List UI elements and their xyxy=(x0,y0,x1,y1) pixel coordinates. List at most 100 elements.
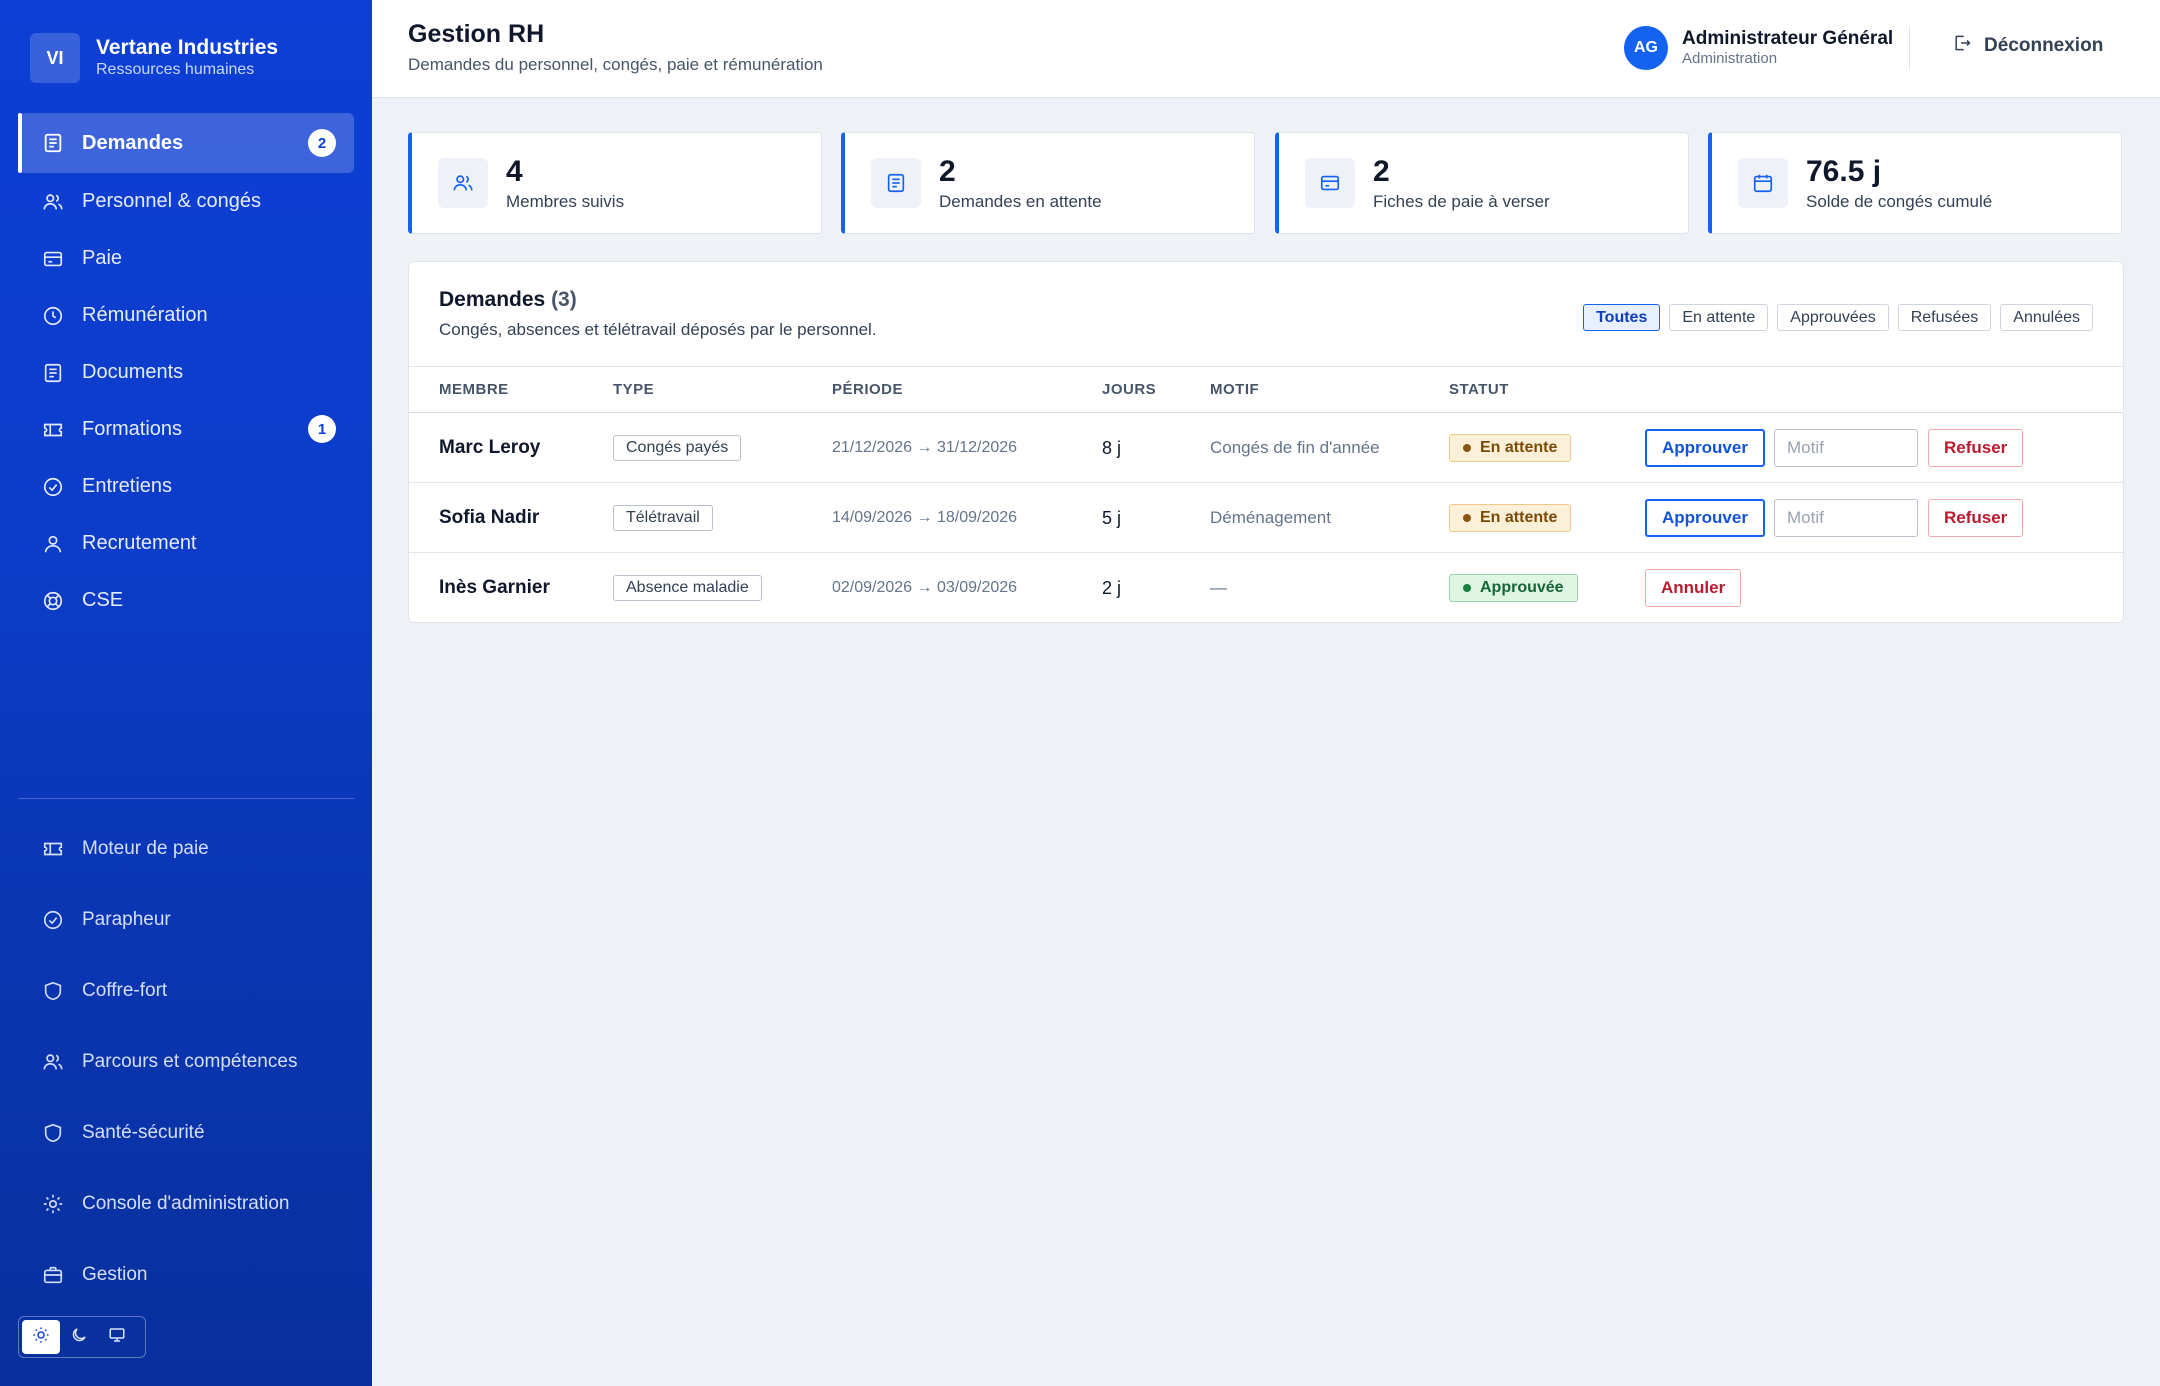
ticket-icon xyxy=(42,838,64,860)
user-icon xyxy=(42,533,64,555)
sidebar-item-remuneration[interactable]: Rémunération xyxy=(18,287,354,344)
days: 5 j xyxy=(1102,507,1122,528)
brand-logo: VI xyxy=(30,33,80,83)
status-badge: Approuvée xyxy=(1449,574,1578,602)
sidebar-divider xyxy=(18,798,354,799)
filter-approuvees[interactable]: Approuvées xyxy=(1777,304,1889,331)
avatar: AG xyxy=(1624,26,1668,70)
column-header: JOURS xyxy=(1102,381,1157,398)
users-icon xyxy=(438,158,488,208)
sidebar-item-label: Parcours et compétences xyxy=(82,1050,298,1072)
panel-title-text: Demandes xyxy=(439,288,546,311)
sidebar-item-label: Entretiens xyxy=(82,475,173,497)
sidebar-item-label: Personnel & congés xyxy=(82,190,262,212)
sidebar-item-documents[interactable]: Documents xyxy=(18,344,354,401)
system-theme-button[interactable] xyxy=(98,1320,136,1354)
sidebar-item-personnel[interactable]: Personnel & congés xyxy=(18,173,354,230)
motif: Congés de fin d'année xyxy=(1210,438,1380,457)
sidebar-item-cse[interactable]: CSE xyxy=(18,572,354,629)
users-icon xyxy=(42,1051,64,1073)
shield-icon xyxy=(42,1122,64,1144)
user-name: Administrateur Général xyxy=(1682,28,1894,49)
moon-icon xyxy=(70,1326,88,1349)
filter-refusees[interactable]: Refusées xyxy=(1897,304,1992,331)
brand[interactable]: VI Vertane Industries Ressources humaine… xyxy=(30,33,278,83)
refuse-button[interactable]: Refuser xyxy=(1928,499,2024,537)
approve-button[interactable]: Approuver xyxy=(1645,499,1765,537)
cancel-button[interactable]: Annuler xyxy=(1645,569,1742,607)
clock-icon xyxy=(42,305,64,327)
sidebar-item-formations[interactable]: Formations 1 xyxy=(18,401,354,458)
motif-input[interactable] xyxy=(1774,429,1918,467)
period: 02/09/2026 → 03/09/2026 xyxy=(832,579,1018,596)
status-text: En attente xyxy=(1480,439,1558,456)
type-tag: Congés payés xyxy=(613,435,742,461)
dark-theme-button[interactable] xyxy=(60,1320,98,1354)
days: 8 j xyxy=(1102,437,1122,458)
stat-card-members: 4 Membres suivis xyxy=(408,132,822,234)
approve-button[interactable]: Approuver xyxy=(1645,429,1765,467)
status-badge: En attente xyxy=(1449,504,1572,532)
status-filters: Toutes En attente Approuvées Refusées An… xyxy=(1574,304,2093,331)
sidebar-item-console-admin[interactable]: Console d'administration xyxy=(18,1168,354,1239)
sidebar-item-recrutement[interactable]: Recrutement xyxy=(18,515,354,572)
light-theme-button[interactable] xyxy=(22,1320,60,1354)
sidebar-item-label: Coffre-fort xyxy=(82,979,168,1001)
type-tag: Absence maladie xyxy=(613,575,762,601)
days: 2 j xyxy=(1102,577,1122,598)
sidebar-item-paie[interactable]: Paie xyxy=(18,230,354,287)
sun-icon xyxy=(32,1326,50,1349)
calendar-icon xyxy=(1738,158,1788,208)
logout-button[interactable]: Déconnexion xyxy=(1952,33,2103,59)
sidebar-item-gestion[interactable]: Gestion xyxy=(18,1239,354,1310)
table-row: Marc Leroy Congés payés 21/12/2026 → 31/… xyxy=(409,413,2123,483)
list-icon xyxy=(42,132,64,154)
card-icon xyxy=(42,248,64,270)
page-subtitle: Demandes du personnel, congés, paie et r… xyxy=(408,55,823,74)
filter-toutes[interactable]: Toutes xyxy=(1583,304,1661,331)
refuse-button[interactable]: Refuser xyxy=(1928,429,2024,467)
sidebar-item-sante-securite[interactable]: Santé-sécurité xyxy=(18,1097,354,1168)
count-badge: 1 xyxy=(308,415,336,443)
shield-icon xyxy=(42,980,64,1002)
column-header: STATUT xyxy=(1449,381,1509,398)
sidebar-item-label: Recrutement xyxy=(82,532,197,554)
gear-icon xyxy=(42,1193,64,1215)
panel-title: Demandes (3) xyxy=(439,288,577,312)
sidebar-item-label: Gestion xyxy=(82,1263,148,1285)
card-icon xyxy=(1305,158,1355,208)
filter-en-attente[interactable]: En attente xyxy=(1669,304,1769,331)
stat-card-payslips: 2 Fiches de paie à verser xyxy=(1275,132,1689,234)
sidebar-item-label: Console d'administration xyxy=(82,1192,290,1214)
secondary-nav: Moteur de paie Parapheur Coffre-fort Par… xyxy=(18,813,354,1310)
filter-annulees[interactable]: Annulées xyxy=(2000,304,2093,331)
type-tag: Télétravail xyxy=(613,505,713,531)
sidebar-item-entretiens[interactable]: Entretiens xyxy=(18,458,354,515)
lifebuoy-icon xyxy=(42,590,64,612)
sidebar-item-parapheur[interactable]: Parapheur xyxy=(18,884,354,955)
table-row: Inès Garnier Absence maladie 02/09/2026 … xyxy=(409,553,2123,623)
motif-input[interactable] xyxy=(1774,499,1918,537)
motif: Déménagement xyxy=(1210,508,1331,527)
ticket-icon xyxy=(42,419,64,441)
sidebar-item-moteur-paie[interactable]: Moteur de paie xyxy=(18,813,354,884)
stat-value: 2 xyxy=(1373,155,1390,188)
stat-label: Solde de congés cumulé xyxy=(1806,192,1993,211)
period: 21/12/2026 → 31/12/2026 xyxy=(832,439,1018,456)
user-profile[interactable]: AG Administrateur Général Administration xyxy=(1624,26,1893,70)
sidebar-item-parcours[interactable]: Parcours et compétences xyxy=(18,1026,354,1097)
status-badge: En attente xyxy=(1449,434,1572,462)
check-circle-icon xyxy=(42,476,64,498)
column-header: MOTIF xyxy=(1210,381,1260,398)
main-nav: Demandes 2 Personnel & congés Paie Rémun… xyxy=(18,113,354,629)
member-name: Sofia Nadir xyxy=(439,507,540,528)
users-icon xyxy=(42,191,64,213)
column-header: MEMBRE xyxy=(439,381,509,398)
period: 14/09/2026 → 18/09/2026 xyxy=(832,509,1018,526)
document-icon xyxy=(871,158,921,208)
logout-label: Déconnexion xyxy=(1984,35,2104,56)
stat-card-leave-balance: 76.5 j Solde de congés cumulé xyxy=(1708,132,2122,234)
sidebar-item-demandes[interactable]: Demandes 2 xyxy=(18,113,354,173)
theme-switcher xyxy=(18,1316,146,1358)
sidebar-item-coffre-fort[interactable]: Coffre-fort xyxy=(18,955,354,1026)
